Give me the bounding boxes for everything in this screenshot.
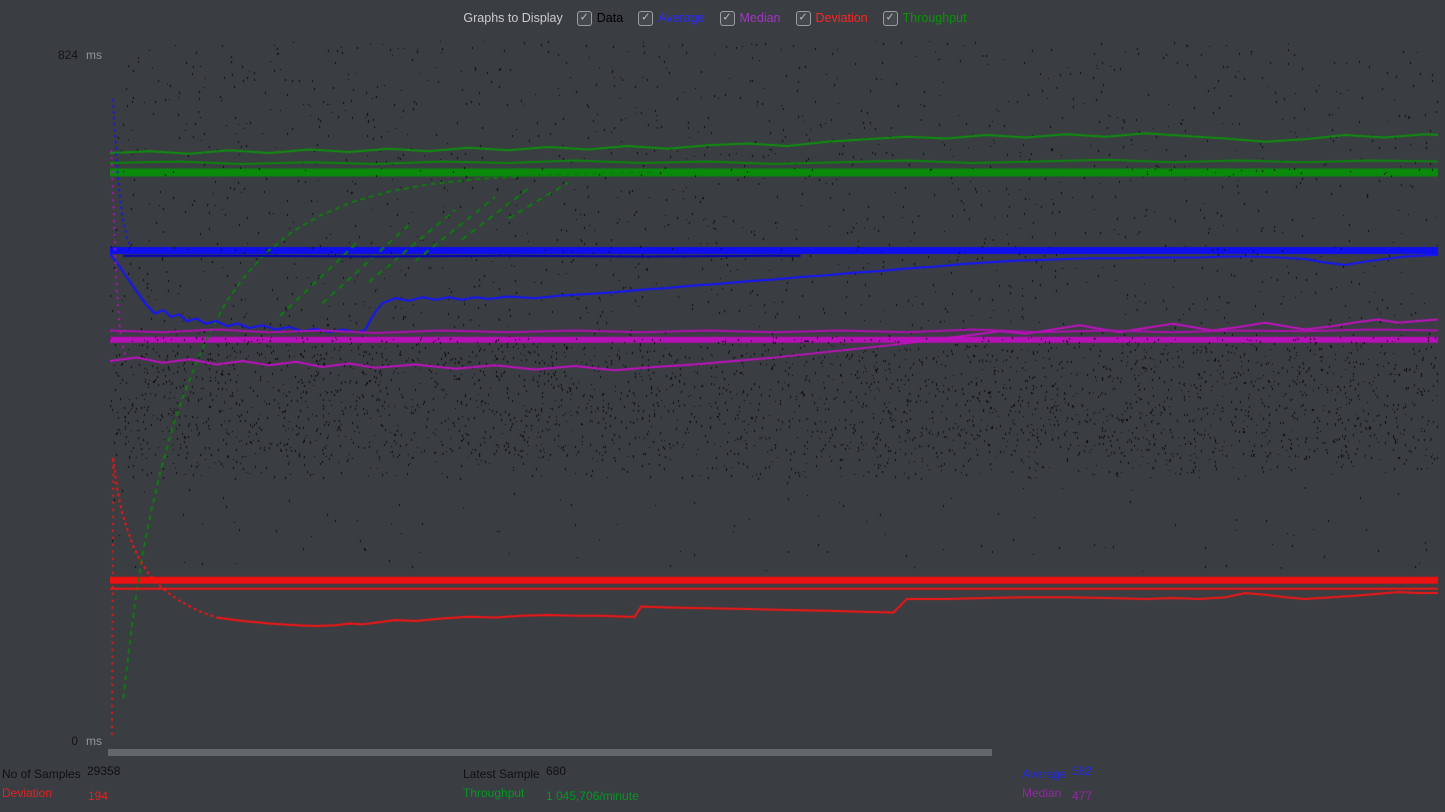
graph-type-checkboxes: ✓ Data ✓ Average ✓ Median ✓ Deviation ✓ Throughpu… bbox=[576, 10, 982, 26]
checkbox-average[interactable]: ✓ bbox=[638, 10, 654, 26]
y-axis-unit: ms bbox=[86, 734, 102, 748]
checkbox-median[interactable]: ✓ bbox=[719, 10, 735, 26]
average-label: Average bbox=[1022, 767, 1067, 781]
checkbox-item-deviation[interactable]: ✓ Deviation bbox=[795, 10, 868, 26]
throughput-label: Throughput bbox=[463, 786, 525, 800]
checkbox-item-median[interactable]: ✓ Median bbox=[719, 10, 781, 26]
checkbox-label-average: Average bbox=[658, 11, 705, 25]
deviation-value: 194 bbox=[88, 789, 109, 803]
y-axis-max-label: 824 ms bbox=[52, 48, 102, 62]
checkbox-label-throughput: Throughput bbox=[902, 11, 967, 25]
y-axis-min-value: 0 bbox=[71, 734, 78, 748]
check-icon: ✓ bbox=[885, 11, 895, 23]
checkbox-throughput[interactable]: ✓ bbox=[882, 10, 898, 26]
check-icon: ✓ bbox=[798, 11, 808, 23]
no-of-samples-label: No of Samples bbox=[2, 767, 81, 781]
checkbox-data[interactable]: ✓ bbox=[576, 10, 592, 26]
median-value: 477 bbox=[1072, 789, 1093, 803]
checkbox-deviation[interactable]: ✓ bbox=[795, 10, 811, 26]
deviation-label: Deviation bbox=[2, 786, 53, 800]
median-label: Median bbox=[1022, 786, 1062, 800]
graphs-to-display-bar: Graphs to Display ✓ Data ✓ Average ✓ Median ✓ D… bbox=[0, 0, 1445, 36]
average-value: 582 bbox=[1072, 764, 1093, 778]
check-icon: ✓ bbox=[579, 11, 589, 23]
throughput-value: 1 045,706/minute bbox=[546, 789, 639, 803]
latest-sample-value: 680 bbox=[546, 764, 567, 778]
check-icon: ✓ bbox=[722, 11, 732, 23]
no-of-samples-value: 29358 bbox=[87, 764, 121, 778]
y-axis-unit: ms bbox=[86, 48, 102, 62]
horizontal-scrollbar-thumb[interactable] bbox=[108, 749, 992, 756]
y-axis-min-label: 0 ms bbox=[52, 734, 102, 748]
checkbox-label-data: Data bbox=[596, 11, 624, 25]
checkbox-item-throughput[interactable]: ✓ Throughput bbox=[882, 10, 967, 26]
latest-sample-label: Latest Sample bbox=[463, 767, 540, 781]
checkbox-item-data[interactable]: ✓ Data bbox=[576, 10, 624, 26]
checkbox-label-median: Median bbox=[739, 11, 781, 25]
graphs-to-display-label: Graphs to Display bbox=[463, 11, 563, 25]
checkbox-item-average[interactable]: ✓ Average bbox=[638, 10, 705, 26]
check-icon: ✓ bbox=[641, 11, 651, 23]
y-axis-max-value: 824 bbox=[57, 48, 78, 62]
checkbox-label-deviation: Deviation bbox=[815, 11, 868, 25]
graph-plot-canvas bbox=[110, 40, 1440, 750]
